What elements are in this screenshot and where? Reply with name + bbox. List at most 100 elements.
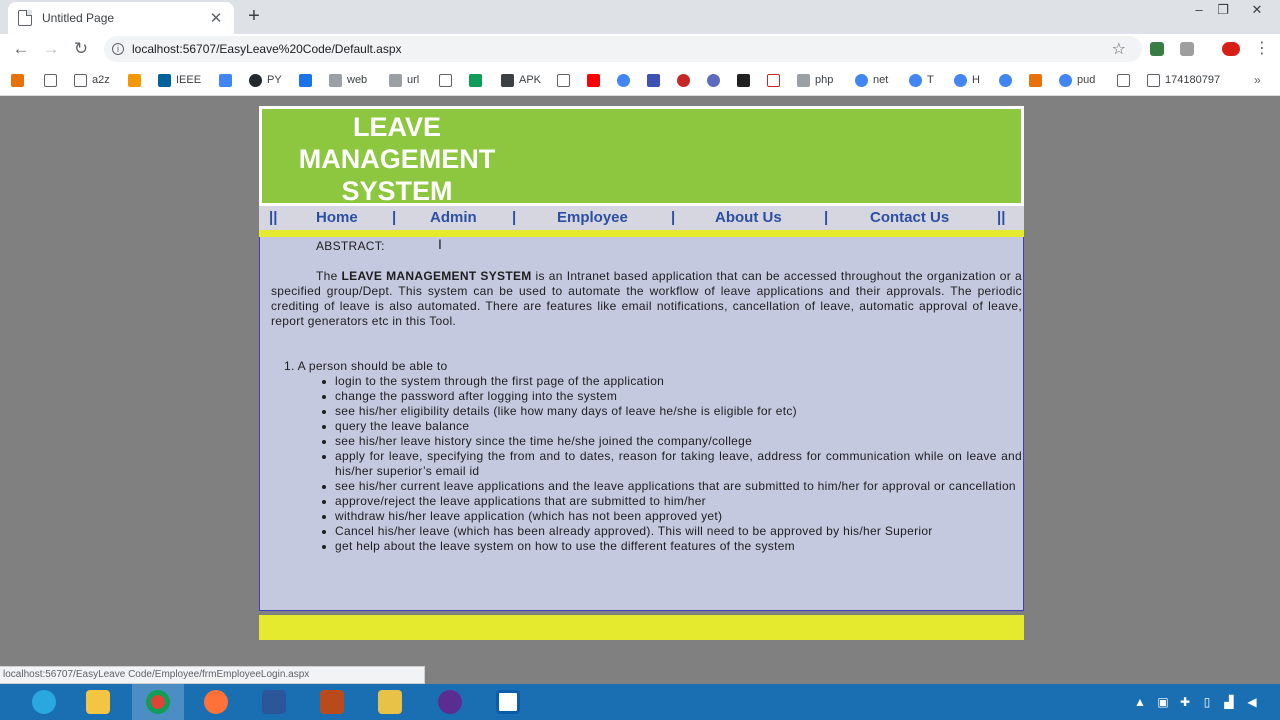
- extension-icon[interactable]: [1180, 42, 1194, 56]
- forward-arrow-icon[interactable]: →: [41, 39, 61, 59]
- bookmark-icon[interactable]: [128, 70, 146, 90]
- list-item: query the leave balance: [322, 419, 1022, 434]
- bookmark-star-icon[interactable]: ☆: [1112, 39, 1126, 59]
- nav-divider: [259, 230, 1024, 237]
- browser-tab[interactable]: Untitled Page ✕: [8, 2, 234, 34]
- nav-separator: |: [392, 209, 397, 226]
- menu-icon[interactable]: ⋮: [1254, 39, 1270, 59]
- bookmark-page-icon[interactable]: [44, 70, 62, 90]
- bookmark-web[interactable]: web: [329, 70, 367, 90]
- logo-line: LEAVE: [352, 112, 441, 142]
- word-icon[interactable]: [248, 684, 300, 720]
- info-icon[interactable]: i: [112, 43, 124, 55]
- address-bar[interactable]: i localhost:56707/EasyLeave%20Code/Defau…: [104, 36, 1142, 62]
- app-icon[interactable]: [482, 684, 534, 720]
- bookmark-url[interactable]: url: [389, 70, 419, 90]
- bookmark-icon[interactable]: [647, 70, 665, 90]
- nav-separator: ||: [997, 209, 1006, 226]
- restore-icon[interactable]: ❐: [1208, 0, 1238, 20]
- nav-separator: ||: [269, 209, 278, 226]
- bookmark-page-icon[interactable]: [439, 70, 457, 90]
- tray-icon[interactable]: ▯: [1199, 694, 1215, 710]
- bookmark-net[interactable]: net: [855, 70, 888, 90]
- main-content: ABSTRACT: The LEAVE MANAGEMENT SYSTEM is…: [259, 237, 1024, 611]
- abstract-paragraph: The LEAVE MANAGEMENT SYSTEM is an Intran…: [271, 269, 1022, 328]
- chrome-icon[interactable]: [132, 684, 184, 720]
- more-bookmarks-icon[interactable]: »: [1254, 70, 1261, 90]
- reload-icon[interactable]: ↻: [71, 39, 91, 59]
- bookmark-google-icon[interactable]: [617, 70, 635, 90]
- extension-icon[interactable]: [1150, 42, 1164, 56]
- bookmark-apk[interactable]: APK: [501, 70, 541, 90]
- new-tab-button[interactable]: +: [244, 5, 264, 28]
- firefox-icon[interactable]: [190, 684, 242, 720]
- bookmark-google-icon[interactable]: [999, 70, 1017, 90]
- system-name: LEAVE MANAGEMENT SYSTEM: [341, 269, 532, 283]
- bookmark-youtube-icon[interactable]: [587, 70, 605, 90]
- bookmark-py[interactable]: PY: [249, 70, 282, 90]
- bookmark-icon[interactable]: [677, 70, 695, 90]
- internet-explorer-icon[interactable]: [18, 684, 70, 720]
- bookmark-icon[interactable]: [737, 70, 755, 90]
- bookmark-icon[interactable]: [219, 70, 237, 90]
- bookmark-174180797[interactable]: 174180797: [1147, 70, 1220, 90]
- nav-employee[interactable]: Employee: [557, 210, 628, 226]
- nav-admin[interactable]: Admin: [430, 210, 477, 226]
- bookmark-t[interactable]: T: [909, 70, 934, 90]
- list-heading: 1. A person should be able to: [284, 359, 448, 373]
- list-item: apply for leave, specifying the from and…: [322, 449, 1022, 478]
- window-close-icon[interactable]: ✕: [1242, 0, 1272, 20]
- list-item: get help about the leave system on how t…: [322, 539, 1022, 554]
- text-cursor-icon: I: [438, 236, 442, 252]
- status-bar: localhost:56707/EasyLeave Code/Employee/…: [0, 666, 425, 684]
- bookmark-page-icon[interactable]: [1117, 70, 1135, 90]
- url-text: localhost:56707/EasyLeave%20Code/Default…: [132, 42, 402, 56]
- feature-list: login to the system through the first pa…: [322, 374, 1022, 554]
- web-page: LEAVE MANAGEMENT SYSTEM || Home | Admin …: [0, 96, 1280, 684]
- nav-about-us[interactable]: About Us: [715, 210, 782, 226]
- tab-title: Untitled Page: [42, 11, 115, 25]
- bookmark-drive-icon[interactable]: [469, 70, 487, 90]
- tray-icon[interactable]: ✚: [1177, 694, 1193, 710]
- bookmark-pud[interactable]: pud: [1059, 70, 1095, 90]
- tools-icon[interactable]: [364, 684, 416, 720]
- close-tab-icon[interactable]: ✕: [208, 9, 224, 27]
- java-ide-icon[interactable]: [306, 684, 358, 720]
- bookmark-ieee[interactable]: IEEE: [158, 70, 201, 90]
- file-explorer-icon[interactable]: [72, 684, 124, 720]
- nav-separator: |: [671, 209, 676, 226]
- logo-line: SYSTEM: [341, 176, 453, 206]
- nav-contact-us[interactable]: Contact Us: [870, 210, 949, 226]
- tray-icon[interactable]: ▣: [1155, 694, 1171, 710]
- list-item: change the password after logging into t…: [322, 389, 1022, 404]
- back-arrow-icon[interactable]: ←: [11, 39, 31, 59]
- list-item: Cancel his/her leave (which has been alr…: [322, 524, 1022, 539]
- extension-icon[interactable]: [1222, 42, 1240, 56]
- bookmark-h[interactable]: H: [954, 70, 980, 90]
- bookmark-page-icon[interactable]: [557, 70, 575, 90]
- list-item: see his/her current leave applications a…: [322, 479, 1022, 494]
- main-nav: || Home | Admin | Employee | About Us | …: [259, 206, 1024, 230]
- bookmark-php[interactable]: php: [797, 70, 833, 90]
- list-item: approve/reject the leave applications th…: [322, 494, 1022, 509]
- show-hidden-icons[interactable]: ▲: [1132, 694, 1148, 710]
- network-icon[interactable]: ▟: [1221, 694, 1237, 710]
- bookmark-icon[interactable]: [1029, 70, 1047, 90]
- tab-bar: Untitled Page ✕ + – ❐ ✕: [0, 0, 1280, 34]
- bookmark-icon[interactable]: [707, 70, 725, 90]
- list-item: see his/her leave history since the time…: [322, 434, 1022, 449]
- nav-separator: |: [512, 209, 517, 226]
- bookmark-a2z[interactable]: a2z: [74, 70, 110, 90]
- browser-toolbar: ← → ↻ i localhost:56707/EasyLeave%20Code…: [0, 34, 1280, 64]
- bookmark-icon[interactable]: [767, 70, 785, 90]
- apps-icon[interactable]: [11, 70, 29, 90]
- volume-icon[interactable]: ◀: [1244, 694, 1260, 710]
- site-logo: LEAVE MANAGEMENT SYSTEM: [282, 111, 512, 207]
- taskbar: ▲ ▣ ✚ ▯ ▟ ◀: [0, 684, 1280, 720]
- list-item: login to the system through the first pa…: [322, 374, 1022, 389]
- site-header: LEAVE MANAGEMENT SYSTEM: [259, 106, 1024, 206]
- visual-studio-icon[interactable]: [424, 684, 476, 720]
- page-icon: [18, 10, 32, 26]
- nav-home[interactable]: Home: [316, 210, 358, 226]
- bookmark-icon[interactable]: [299, 70, 317, 90]
